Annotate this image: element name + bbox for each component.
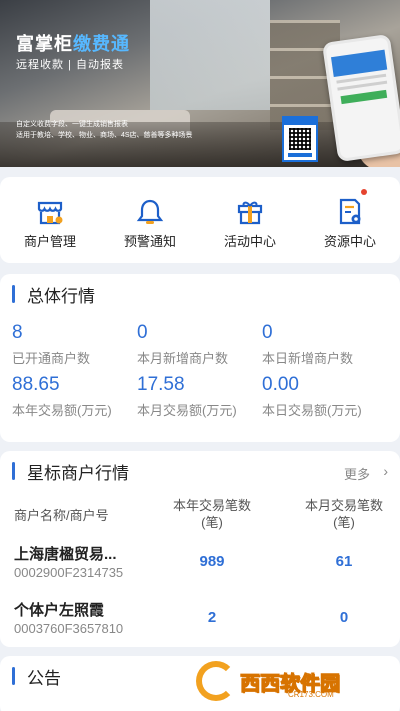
star-merchants-card: 星标商户行情 更多 › 商户名称/商户号 本年交易笔数 (笔) 本月交易笔数 (… [0,451,400,647]
shop-icon [37,201,63,225]
overview-card: 总体行情 8 已开通商户数 0 本月新增商户数 0 本日新增商户数 88.65 … [0,274,400,442]
brand-accent: 缴费通 [73,34,130,54]
stat-value: 8 [12,322,23,343]
merchant-name: 上海唐楹贸易... [14,546,117,563]
banner-desc-line2: 适用于教培、学校、物业、商场、4S店、慈善等多种场景 [16,132,193,139]
merchant-number: 0002900F2314735 [14,565,124,580]
section-title: 星标商户行情 [27,463,129,483]
star-header: 星标商户行情 [0,451,400,491]
watermark-logo: 西西软件园 CR173.COM [196,660,392,702]
stat-value: 0 [262,322,273,343]
stat-caption: 本月交易额(万元) [137,403,237,418]
qr-code-image [282,116,318,162]
table-row[interactable]: 上海唐楹贸易... 0002900F2314735 989 61 [0,543,400,601]
stat-value: 0 [137,322,148,343]
stat-caption: 已开通商户数 [12,351,91,366]
month-count: 0 [339,609,349,626]
document-gear-icon [339,198,361,225]
stat-item: 17.58 本月交易额(万元) [137,374,262,419]
table-row[interactable]: 个体户左照霞 0003760F3657810 2 0 [0,599,400,657]
watermark-url: CR173.COM [288,690,334,699]
table-header: 商户名称/商户号 本年交易笔数 (笔) 本月交易笔数 (笔) [0,497,400,535]
badge-dot [361,189,367,195]
merchant-number: 0003760F3657810 [14,621,124,636]
month-count: 61 [335,553,353,570]
stat-item: 0 本月新增商户数 [137,322,262,367]
stat-caption: 本月新增商户数 [137,351,229,366]
stat-item: 88.65 本年交易额(万元) [12,374,137,419]
stat-caption: 本日交易额(万元) [262,403,362,418]
stat-item: 8 已开通商户数 [12,322,137,367]
menu-label: 商户管理 [23,234,76,249]
section-bar [12,667,15,685]
menu-label: 预警通知 [123,234,176,249]
section-bar [12,462,15,480]
quick-menu: 商户管理 预警通知 活动中心 资源中心 [0,177,400,263]
brand-main: 富掌柜 [16,34,73,54]
stat-item: 0 本日新增商户数 [262,322,387,367]
stat-value: 0.00 [262,374,299,395]
gift-icon [237,201,263,225]
watermark-c-icon [196,661,236,701]
chevron-right-icon[interactable]: › [383,463,388,479]
col-year-header: 本年交易笔数 (笔) [152,497,272,531]
stat-caption: 本日新增商户数 [262,351,354,366]
menu-activity-center[interactable]: 活动中心 [205,197,295,250]
banner-desc: 自定义收费字段、一键生成销售报表 适用于教培、学校、物业、商场、4S店、慈善等多… [16,119,193,141]
menu-label: 资源中心 [323,234,376,249]
more-link[interactable]: 更多 [344,464,370,483]
banner-desc-line1: 自定义收费字段、一键生成销售报表 [16,121,128,128]
banner-brand: 富掌柜缴费通 [16,30,130,56]
section-title: 公告 [27,668,61,688]
promo-banner[interactable]: 富掌柜缴费通 远程收款 | 自动报表 自定义收费字段、一键生成销售报表 适用于教… [0,0,400,167]
overview-header: 总体行情 [0,274,400,314]
stat-item: 0.00 本日交易额(万元) [262,374,387,419]
col-month-header: 本月交易笔数 (笔) [284,497,400,531]
stat-caption: 本年交易额(万元) [12,403,112,418]
menu-resource-center[interactable]: 资源中心 [305,189,395,250]
stat-value: 88.65 [12,374,60,395]
col-month-header-l2: (笔) [333,515,355,530]
menu-label: 活动中心 [223,234,276,249]
stat-value: 17.58 [137,374,185,395]
banner-window [150,0,270,110]
banner-subtitle: 远程收款 | 自动报表 [16,59,124,71]
section-title: 总体行情 [27,286,95,306]
menu-alert-notification[interactable]: 预警通知 [105,197,195,250]
col-name-header: 商户名称/商户号 [14,508,109,523]
merchant-name: 个体户左照霞 [14,602,105,619]
col-year-header-l2: (笔) [201,515,223,530]
year-count: 989 [199,553,225,570]
bell-icon [136,199,164,224]
menu-merchant-management[interactable]: 商户管理 [5,197,95,250]
col-month-header-l1: 本月交易笔数 [304,498,383,513]
col-year-header-l1: 本年交易笔数 [172,498,251,513]
year-count: 2 [207,609,217,626]
section-bar [12,285,15,303]
